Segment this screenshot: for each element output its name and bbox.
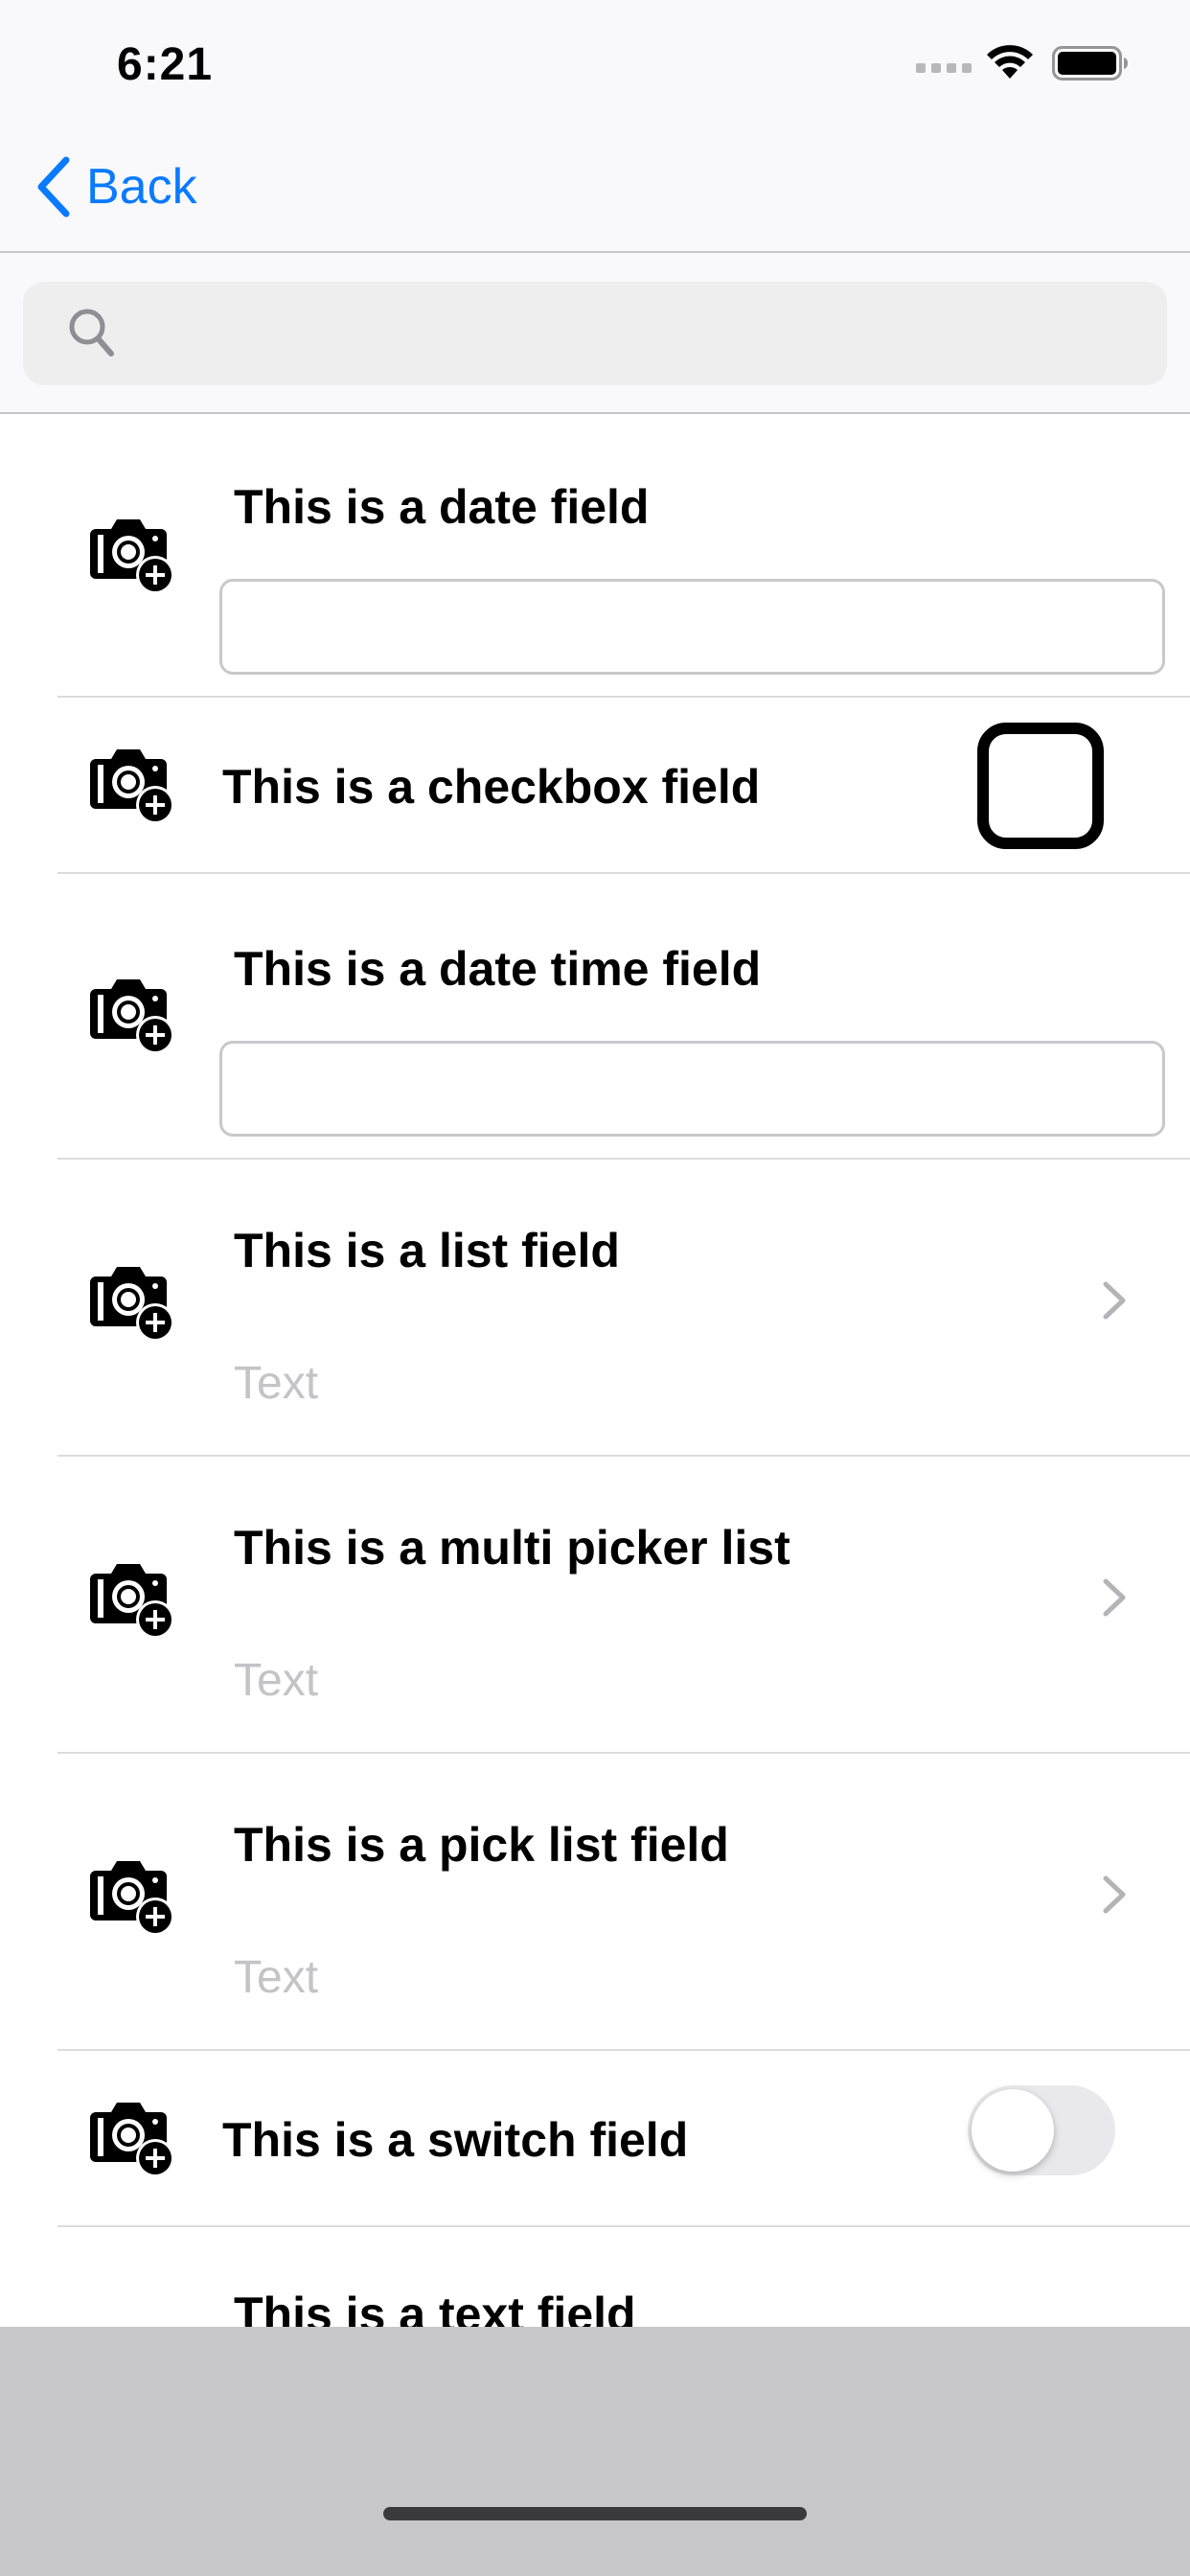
toggle-knob [972, 2089, 1054, 2172]
chevron-right-icon [1103, 1578, 1126, 1617]
multi-picker-field-label: This is a multi picker list [234, 1521, 790, 1575]
picklist-field-value: Text [234, 1952, 319, 2003]
cellular-signal-icon [916, 63, 972, 73]
add-photo-icon[interactable] [88, 744, 176, 824]
add-photo-icon[interactable] [88, 1855, 176, 1936]
checkbox-field-label: This is a checkbox field [222, 760, 761, 814]
chevron-right-icon [1103, 1281, 1126, 1320]
home-indicator[interactable] [383, 2507, 807, 2520]
date-field-input[interactable] [219, 579, 1165, 675]
chevron-right-icon [1103, 1875, 1126, 1914]
date-field-label: This is a date field [234, 480, 650, 534]
list-item-switch-field: This is a switch field [0, 2051, 1190, 2227]
list-item-list-field[interactable]: This is a list field Text [0, 1160, 1190, 1457]
picklist-field-label: This is a pick list field [234, 1818, 729, 1872]
list-item-date-field: This is a date field [0, 414, 1190, 698]
add-photo-icon[interactable] [88, 1558, 176, 1639]
switch-field-label: This is a switch field [222, 2113, 689, 2167]
chevron-left-icon [37, 156, 70, 218]
list-item-picklist-field[interactable]: This is a pick list field Text [0, 1754, 1190, 2051]
wifi-icon [987, 45, 1033, 79]
search-input[interactable] [128, 282, 1148, 387]
status-time: 6:21 [117, 39, 214, 90]
keyboard-area [0, 2327, 1190, 2576]
list-item-multi-picker-field[interactable]: This is a multi picker list Text [0, 1457, 1190, 1754]
list-field-value: Text [234, 1358, 319, 1409]
list-item-datetime-field: This is a date time field [0, 874, 1190, 1160]
add-photo-icon[interactable] [88, 2097, 176, 2177]
checkbox-field-checkbox[interactable] [977, 723, 1104, 849]
datetime-field-label: This is a date time field [234, 942, 762, 996]
switch-field-toggle[interactable] [968, 2085, 1115, 2175]
list-item-checkbox-field: This is a checkbox field [0, 698, 1190, 874]
status-bar: 6:21 [0, 0, 1190, 126]
add-photo-icon[interactable] [88, 1261, 176, 1342]
back-button[interactable]: Back [34, 153, 197, 220]
multi-picker-field-value: Text [234, 1655, 319, 1706]
list-field-label: This is a list field [234, 1224, 620, 1277]
add-photo-icon[interactable] [88, 974, 176, 1054]
back-label: Back [86, 159, 197, 215]
battery-icon [1052, 46, 1128, 80]
search-icon [69, 309, 114, 356]
add-photo-icon[interactable] [88, 514, 176, 594]
datetime-field-input[interactable] [219, 1041, 1165, 1137]
search-field[interactable] [23, 282, 1167, 387]
